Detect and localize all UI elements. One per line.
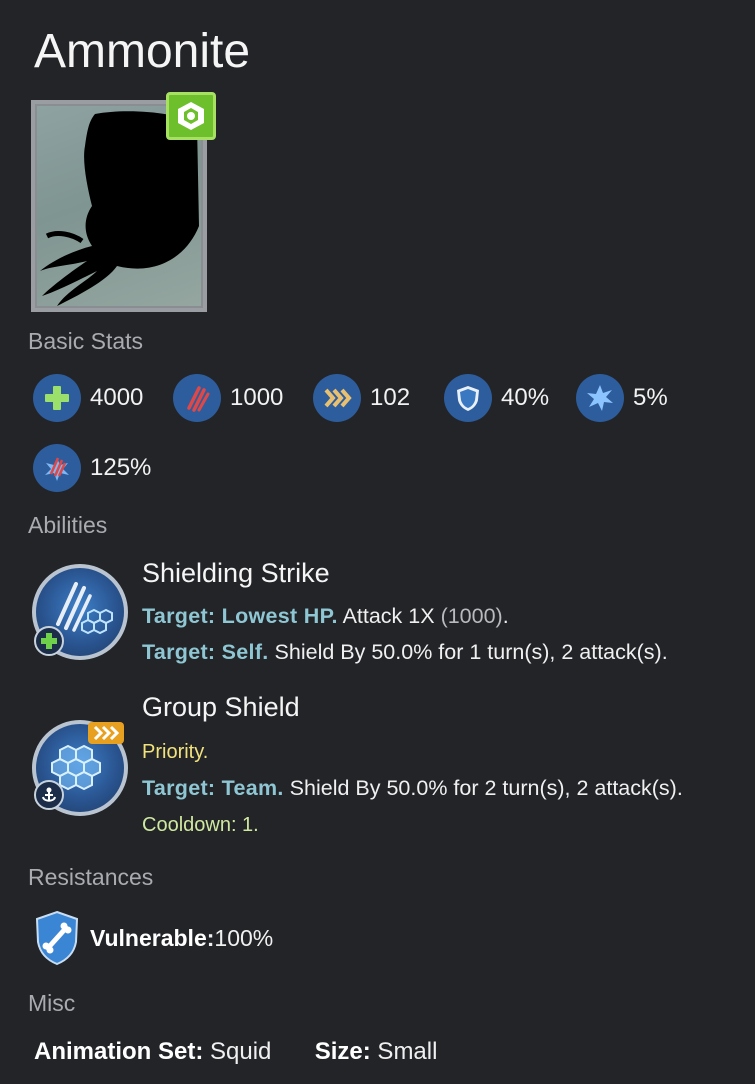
ability-priority: Priority. — [142, 741, 209, 763]
ability-cooldown: Cooldown: 1. — [142, 814, 259, 836]
heal-badge-icon — [34, 626, 64, 656]
ability-line: Target: Lowest HP. Attack 1X (1000). — [142, 604, 509, 628]
ability-line: Target: Team. Shield By 50.0% for 2 turn… — [142, 776, 683, 800]
stat-damage: 1000 — [173, 373, 283, 423]
priority-badge-icon — [88, 722, 124, 744]
misc-label: Misc — [28, 990, 76, 1016]
animation-set-value: Squid — [203, 1038, 272, 1065]
stat-crit-chance: 5% — [576, 373, 668, 423]
crit-chance-icon — [576, 374, 624, 422]
creature-name: Ammonite — [34, 25, 251, 78]
resistance-vulnerable: Vulnerable: 100% — [34, 910, 273, 966]
abilities-label: Abilities — [28, 512, 108, 538]
basic-stats-label: Basic Stats — [28, 328, 144, 354]
speed-icon — [313, 374, 361, 422]
team-target-badge-icon — [34, 780, 64, 810]
size-label: Size: — [314, 1038, 371, 1065]
size-value: Small — [370, 1038, 438, 1065]
ability-line: Target: Self. Shield By 50.0% for 1 turn… — [142, 640, 668, 664]
health-icon — [33, 374, 81, 422]
ability-name-group-shield: Group Shield — [142, 692, 300, 722]
stat-armor: 40% — [444, 373, 549, 423]
animation-set-label: Animation Set: — [34, 1038, 204, 1065]
stat-crit-damage: 125% — [33, 443, 151, 493]
stat-health: 4000 — [33, 373, 143, 423]
rarity-badge — [166, 92, 216, 140]
ability-name-shielding-strike: Shielding Strike — [142, 558, 330, 588]
crit-damage-icon — [33, 444, 81, 492]
armor-icon — [444, 374, 492, 422]
hexagon-icon — [178, 102, 204, 130]
resistances-label: Resistances — [28, 864, 154, 890]
vulnerable-icon — [35, 910, 79, 966]
damage-icon — [173, 374, 221, 422]
stat-speed: 102 — [313, 373, 410, 423]
misc-row: Animation Set: Squid Size: Small — [34, 1038, 437, 1066]
